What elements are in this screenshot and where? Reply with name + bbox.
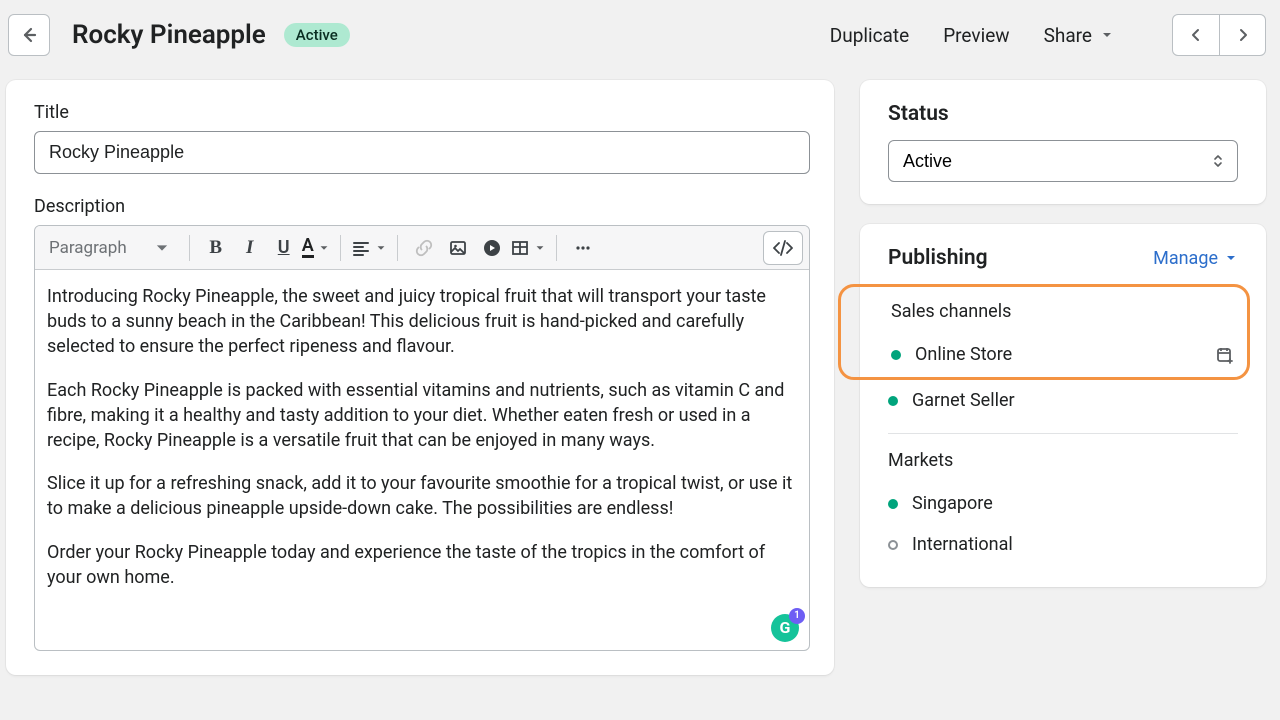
text-color-button[interactable]: A bbox=[302, 237, 330, 258]
caret-down-icon bbox=[1100, 28, 1114, 42]
divider bbox=[888, 433, 1238, 434]
page-title: Rocky Pineapple bbox=[72, 20, 266, 50]
align-button[interactable] bbox=[351, 238, 387, 258]
ellipsis-icon bbox=[573, 238, 593, 258]
bold-icon: B bbox=[209, 237, 222, 259]
caret-down-icon bbox=[1224, 251, 1238, 265]
status-card: Status Active bbox=[860, 80, 1266, 204]
publishing-card: Publishing Manage Sales channels Online … bbox=[860, 224, 1266, 587]
video-button[interactable] bbox=[476, 232, 508, 264]
publishing-title: Publishing bbox=[888, 246, 988, 270]
grammarly-count: 1 bbox=[789, 608, 805, 624]
manage-label: Manage bbox=[1153, 248, 1218, 269]
underline-icon: U bbox=[278, 237, 290, 258]
description-label: Description bbox=[34, 196, 810, 217]
channel-online-store: Online Store bbox=[891, 334, 1235, 375]
underline-button[interactable]: U bbox=[268, 232, 300, 264]
market-label: International bbox=[912, 534, 1238, 555]
share-button[interactable]: Share bbox=[1044, 24, 1114, 47]
page-header: Rocky Pineapple Active Duplicate Preview… bbox=[0, 0, 1280, 70]
image-icon bbox=[448, 238, 468, 258]
italic-button[interactable]: I bbox=[234, 232, 266, 264]
channel-garnet-seller: Garnet Seller bbox=[888, 380, 1238, 421]
caret-down-icon bbox=[375, 242, 387, 254]
prev-button[interactable] bbox=[1173, 15, 1219, 55]
description-paragraph: Introducing Rocky Pineapple, the sweet a… bbox=[47, 284, 797, 360]
share-label: Share bbox=[1044, 24, 1092, 47]
manage-button[interactable]: Manage bbox=[1153, 248, 1238, 269]
caret-down-icon bbox=[534, 242, 546, 254]
chevron-right-icon bbox=[1235, 27, 1251, 43]
status-dot-icon bbox=[888, 396, 898, 406]
description-paragraph: Slice it up for a refreshing snack, add … bbox=[47, 471, 797, 521]
back-button[interactable] bbox=[8, 14, 50, 56]
calendar-plus-icon bbox=[1215, 345, 1235, 365]
table-icon bbox=[510, 238, 530, 258]
rich-text-editor: Paragraph B I U A bbox=[34, 225, 810, 651]
chevron-left-icon bbox=[1188, 27, 1204, 43]
status-dot-icon bbox=[891, 350, 901, 360]
more-button[interactable] bbox=[567, 232, 599, 264]
pager bbox=[1172, 14, 1266, 56]
market-international: International bbox=[888, 524, 1238, 565]
play-circle-icon bbox=[482, 238, 502, 258]
description-paragraph: Each Rocky Pineapple is packed with esse… bbox=[47, 378, 797, 454]
sales-channels-label: Sales channels bbox=[891, 301, 1235, 322]
arrow-left-icon bbox=[19, 25, 39, 45]
duplicate-button[interactable]: Duplicate bbox=[830, 24, 909, 47]
grammarly-widget[interactable]: G 1 bbox=[771, 614, 799, 642]
status-dot-icon bbox=[888, 540, 898, 550]
caret-down-icon bbox=[153, 239, 171, 257]
bold-button[interactable]: B bbox=[200, 232, 232, 264]
title-input[interactable] bbox=[34, 131, 810, 174]
table-button[interactable] bbox=[510, 238, 546, 258]
channel-label: Garnet Seller bbox=[912, 390, 1238, 411]
markets-label: Markets bbox=[888, 450, 1238, 471]
status-dot-icon bbox=[888, 499, 898, 509]
image-button[interactable] bbox=[442, 232, 474, 264]
code-icon bbox=[772, 239, 794, 257]
market-singapore: Singapore bbox=[888, 483, 1238, 524]
sales-channels-highlight: Sales channels Online Store bbox=[838, 284, 1250, 380]
market-label: Singapore bbox=[912, 493, 1238, 514]
status-select[interactable]: Active bbox=[888, 140, 1238, 182]
preview-button[interactable]: Preview bbox=[943, 24, 1009, 47]
align-left-icon bbox=[351, 238, 371, 258]
editor-toolbar: Paragraph B I U A bbox=[35, 226, 809, 270]
next-button[interactable] bbox=[1219, 15, 1265, 55]
editor-body[interactable]: Introducing Rocky Pineapple, the sweet a… bbox=[35, 270, 809, 650]
channel-label: Online Store bbox=[915, 344, 1215, 365]
html-view-button[interactable] bbox=[763, 231, 803, 265]
link-icon bbox=[414, 238, 434, 258]
title-label: Title bbox=[34, 102, 810, 123]
description-paragraph: Order your Rocky Pineapple today and exp… bbox=[47, 540, 797, 590]
paragraph-style-label: Paragraph bbox=[49, 238, 127, 258]
status-badge: Active bbox=[284, 23, 350, 47]
grammarly-icon: G bbox=[780, 617, 791, 639]
italic-icon: I bbox=[246, 237, 253, 259]
schedule-button[interactable] bbox=[1215, 345, 1235, 365]
paragraph-style-select[interactable]: Paragraph bbox=[41, 232, 179, 264]
status-title: Status bbox=[888, 102, 1238, 126]
link-button[interactable] bbox=[408, 232, 440, 264]
caret-down-icon bbox=[318, 242, 330, 254]
main-card: Title Description Paragraph B I U bbox=[6, 80, 834, 675]
text-color-icon: A bbox=[302, 237, 314, 258]
